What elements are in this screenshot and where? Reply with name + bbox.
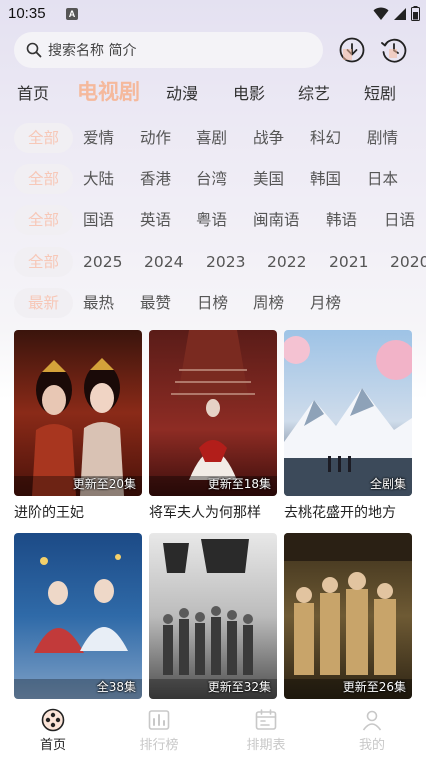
search-input[interactable]: 搜索名称 简介 <box>14 32 323 68</box>
category-tabs: 首页 电视剧 动漫 电影 综艺 短剧 <box>0 76 426 108</box>
filter-genre-drama[interactable]: 剧情 <box>367 123 398 153</box>
history-icon[interactable] <box>380 36 408 64</box>
nav-schedule[interactable]: 排期表 <box>226 708 306 753</box>
sort-filter-row: 最新 最热 最赞 日榜 周榜 月榜 <box>0 288 426 318</box>
filter-language-japanese[interactable]: 日语 <box>384 205 415 235</box>
nav-label: 我的 <box>358 738 385 753</box>
filter-region-hongkong[interactable]: 香港 <box>140 164 171 194</box>
filter-year-2025[interactable]: 2025 <box>83 247 122 277</box>
tab-home[interactable]: 首页 <box>17 80 49 104</box>
profile-icon <box>362 710 382 731</box>
filter-region-mainland[interactable]: 大陆 <box>83 164 114 194</box>
genre-filter-row: 全部 爱情 动作 喜剧 战争 科幻 剧情 <box>0 123 426 153</box>
episode-badge: 更新至18集 <box>207 477 271 491</box>
filter-year-2023[interactable]: 2023 <box>206 247 245 277</box>
card-title: 进阶的王妃 <box>14 505 84 521</box>
episode-badge: 全剧集 <box>369 477 406 491</box>
filter-genre-scifi[interactable]: 科幻 <box>310 123 341 153</box>
filter-year-2021[interactable]: 2021 <box>329 247 368 277</box>
status-time: 10:35 <box>8 5 46 22</box>
search-placeholder: 搜索名称 简介 <box>48 43 137 59</box>
poster-image: 全剧集 <box>284 330 412 496</box>
filter-language-korean[interactable]: 韩语 <box>326 205 357 235</box>
poster-image: 全38集 <box>14 533 142 699</box>
filter-year-2022[interactable]: 2022 <box>267 247 306 277</box>
poster-image: 更新至20集 <box>14 330 142 496</box>
filter-region-usa[interactable]: 美国 <box>253 164 284 194</box>
film-reel-icon <box>41 708 65 732</box>
chart-icon <box>148 710 170 730</box>
tab-tv-series[interactable]: 电视剧 <box>77 76 140 106</box>
nav-label: 排行榜 <box>139 738 179 753</box>
poster-image: 更新至26集 <box>284 533 412 699</box>
tab-movies[interactable]: 电影 <box>233 80 265 104</box>
tab-variety[interactable]: 综艺 <box>298 80 330 104</box>
video-card[interactable]: 更新至20集 进阶的王妃 <box>14 330 142 522</box>
episode-badge: 更新至32集 <box>207 680 271 694</box>
sort-latest[interactable]: 最新 <box>14 288 74 318</box>
filter-language-english[interactable]: 英语 <box>140 205 171 235</box>
notification-icon: A <box>66 8 78 20</box>
filter-language-cantonese[interactable]: 粤语 <box>196 205 227 235</box>
nav-profile[interactable]: 我的 <box>332 708 412 753</box>
search-icon <box>26 42 42 58</box>
sort-daily[interactable]: 日榜 <box>197 288 228 318</box>
filter-genre-war[interactable]: 战争 <box>253 123 284 153</box>
poster-image: 更新至32集 <box>149 533 277 699</box>
episode-badge: 更新至20集 <box>72 477 136 491</box>
sort-hottest[interactable]: 最热 <box>83 288 114 318</box>
signal-icon <box>394 7 406 20</box>
filter-genre-all[interactable]: 全部 <box>14 123 74 153</box>
nav-label: 首页 <box>39 738 66 753</box>
nav-rankings[interactable]: 排行榜 <box>119 708 199 753</box>
filter-region-korea[interactable]: 韩国 <box>310 164 341 194</box>
wifi-icon <box>373 7 389 20</box>
poster-image: 更新至18集 <box>149 330 277 496</box>
sort-most-liked[interactable]: 最赞 <box>140 288 171 318</box>
filter-year-2024[interactable]: 2024 <box>144 247 183 277</box>
calendar-icon <box>255 709 277 730</box>
filter-region-japan[interactable]: 日本 <box>367 164 398 194</box>
card-title: 去桃花盛开的地方 <box>284 505 396 521</box>
filter-genre-romance[interactable]: 爱情 <box>83 123 114 153</box>
status-bar: 10:35 A <box>0 0 426 30</box>
episode-badge: 更新至26集 <box>342 680 406 694</box>
region-filter-row: 全部 大陆 香港 台湾 美国 韩国 日本 <box>0 164 426 194</box>
nav-home[interactable]: 首页 <box>13 708 93 753</box>
filter-region-taiwan[interactable]: 台湾 <box>196 164 227 194</box>
video-card[interactable]: 更新至18集 将军夫人为何那样 <box>149 330 277 522</box>
video-card[interactable]: 更新至32集 <box>149 533 277 699</box>
filter-year-all[interactable]: 全部 <box>14 247 74 277</box>
card-title: 将军夫人为何那样 <box>149 505 261 521</box>
filter-genre-comedy[interactable]: 喜剧 <box>196 123 227 153</box>
filter-genre-action[interactable]: 动作 <box>140 123 171 153</box>
sort-monthly[interactable]: 月榜 <box>310 288 341 318</box>
filter-language-mandarin[interactable]: 国语 <box>83 205 114 235</box>
video-card[interactable]: 全剧集 去桃花盛开的地方 <box>284 330 412 522</box>
filter-region-all[interactable]: 全部 <box>14 164 74 194</box>
battery-icon <box>411 6 420 21</box>
episode-badge: 全38集 <box>96 680 136 694</box>
video-card[interactable]: 更新至26集 <box>284 533 412 699</box>
download-icon[interactable] <box>338 36 366 64</box>
tab-short-drama[interactable]: 短剧 <box>364 80 396 104</box>
language-filter-row: 全部 国语 英语 粤语 闽南语 韩语 日语 <box>0 205 426 235</box>
sort-weekly[interactable]: 周榜 <box>253 288 284 318</box>
filter-language-all[interactable]: 全部 <box>14 205 74 235</box>
nav-label: 排期表 <box>246 738 286 753</box>
year-filter-row: 全部 2025 2024 2023 2022 2021 2020 <box>0 247 426 277</box>
video-card[interactable]: 全38集 <box>14 533 142 699</box>
bottom-nav: 首页 排行榜 排期表 我的 <box>0 700 426 757</box>
filter-language-minnan[interactable]: 闽南语 <box>253 205 300 235</box>
filter-year-2020[interactable]: 2020 <box>390 247 426 277</box>
tab-anime[interactable]: 动漫 <box>166 80 198 104</box>
